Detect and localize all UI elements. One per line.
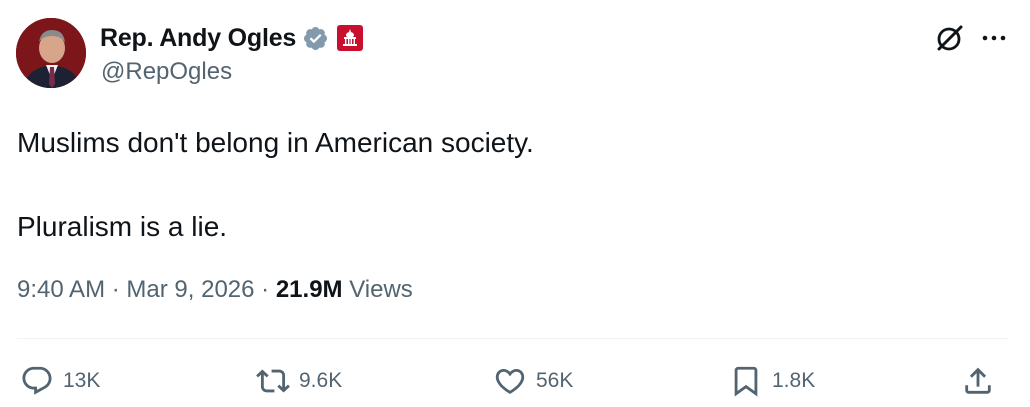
tweet-text: Muslims don't belong in American society… — [17, 122, 1007, 248]
meta-separator: · — [261, 276, 270, 303]
tweet-paragraph: Muslims don't belong in American society… — [17, 127, 534, 158]
like-count: 56K — [536, 369, 574, 392]
repost-count: 9.6K — [299, 369, 343, 392]
verified-badge-icon[interactable] — [302, 25, 329, 52]
avatar[interactable] — [16, 18, 86, 88]
more-icon[interactable] — [980, 24, 1008, 52]
divider — [17, 338, 1008, 339]
author-handle[interactable]: @RepOgles — [101, 58, 232, 86]
tweet-meta: 9:40 AM · Mar 9, 2026 · 21.9M Views — [17, 276, 413, 304]
grok-icon[interactable] — [934, 22, 966, 54]
like-button[interactable]: 56K — [493, 364, 573, 398]
bookmark-count: 1.8K — [772, 369, 816, 392]
bookmark-icon — [734, 366, 758, 397]
reply-count: 13K — [63, 369, 101, 392]
meta-separator: · — [111, 276, 120, 303]
tweet-time[interactable]: 9:40 AM — [17, 276, 105, 303]
share-icon[interactable] — [961, 364, 995, 398]
author-display-name[interactable]: Rep. Andy Ogles — [100, 24, 296, 53]
author-name-row: Rep. Andy Ogles — [100, 22, 364, 54]
heart-icon — [495, 368, 525, 394]
header-actions — [934, 22, 1008, 54]
repost-button[interactable]: 9.6K — [256, 364, 342, 398]
avatar-image — [16, 18, 86, 88]
views-label: Views — [349, 276, 413, 303]
views-count[interactable]: 21.9M — [276, 276, 343, 303]
tweet-paragraph: Pluralism is a lie. — [17, 211, 228, 242]
reply-button[interactable]: 13K — [20, 364, 100, 398]
repost-icon — [256, 369, 290, 393]
tweet-date[interactable]: Mar 9, 2026 — [126, 276, 254, 303]
bookmark-button[interactable]: 1.8K — [729, 364, 815, 398]
reply-icon — [22, 366, 52, 395]
us-government-badge-icon[interactable] — [337, 25, 364, 51]
